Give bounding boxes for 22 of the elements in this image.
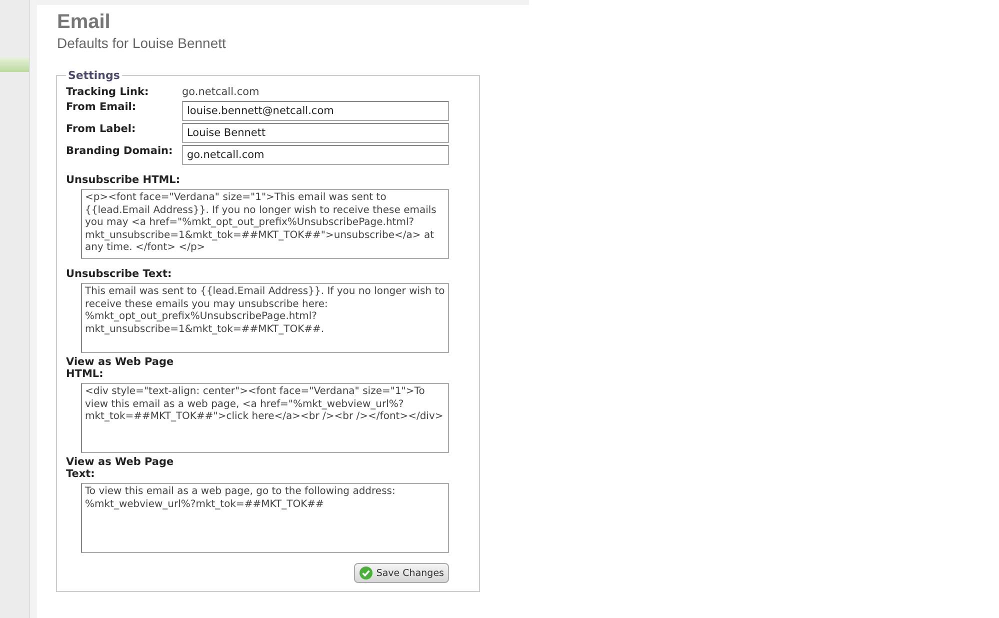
panel-legend: Settings xyxy=(66,69,122,82)
save-button[interactable]: Save Changes xyxy=(354,563,449,583)
field-label: From Email: xyxy=(66,101,138,113)
field-label: View as Web Page HTML: xyxy=(66,356,175,380)
field-label: Unsubscribe Text: xyxy=(66,268,173,280)
text-area[interactable]: To view this email as a web page, go to the following address: %mkt_webview_url%?mkt_tok=##MKT_TOK## xyxy=(81,483,449,553)
text-area[interactable]: <p><font face="Verdana" size="1">This email was sent to {{lead.Email Address}}. If you no longer wish to receive these emails you may <a href="%mkt_opt_out_prefix%UnsubscribePage.html?mkt_unsubscribe=1&mkt_tok=##MKT_TOK##">unsubscribe</a> at any time. </font> </p> xyxy=(81,189,449,259)
field-label: Branding Domain: xyxy=(66,145,174,157)
field-value: go.netcall.com xyxy=(182,86,260,98)
check-icon xyxy=(359,566,374,580)
field-label: View as Web Page Text: xyxy=(66,456,175,480)
field-label: From Label: xyxy=(66,123,137,135)
text-area[interactable]: <div style="text-align: center"><font face="Verdana" size="1">To view this email as a web page, <a href="%mkt_webview_url%?mkt_tok=##MKT_TOK##">click here</a><br /><br /></font></div> xyxy=(81,383,449,453)
input-field[interactable]: louise.bennett@netcall.com xyxy=(182,101,449,121)
field-label: Unsubscribe HTML: xyxy=(66,174,182,186)
input-field[interactable]: Louise Bennett xyxy=(182,123,449,143)
field-label: Tracking Link: xyxy=(66,86,150,98)
input-field[interactable]: go.netcall.com xyxy=(182,145,449,165)
page-subtitle: Defaults for Louise Bennett xyxy=(57,35,227,51)
sidebar-item[interactable] xyxy=(0,57,29,72)
text-area[interactable]: This email was sent to {{lead.Email Address}}. If you no longer wish to receive these emails you may unsubscribe here: %mkt_opt_out_prefix%UnsubscribePage.html?mkt_unsubscribe=1&mkt_tok=##MKT_TOK##. xyxy=(81,283,449,353)
page-title: Email xyxy=(57,11,112,34)
